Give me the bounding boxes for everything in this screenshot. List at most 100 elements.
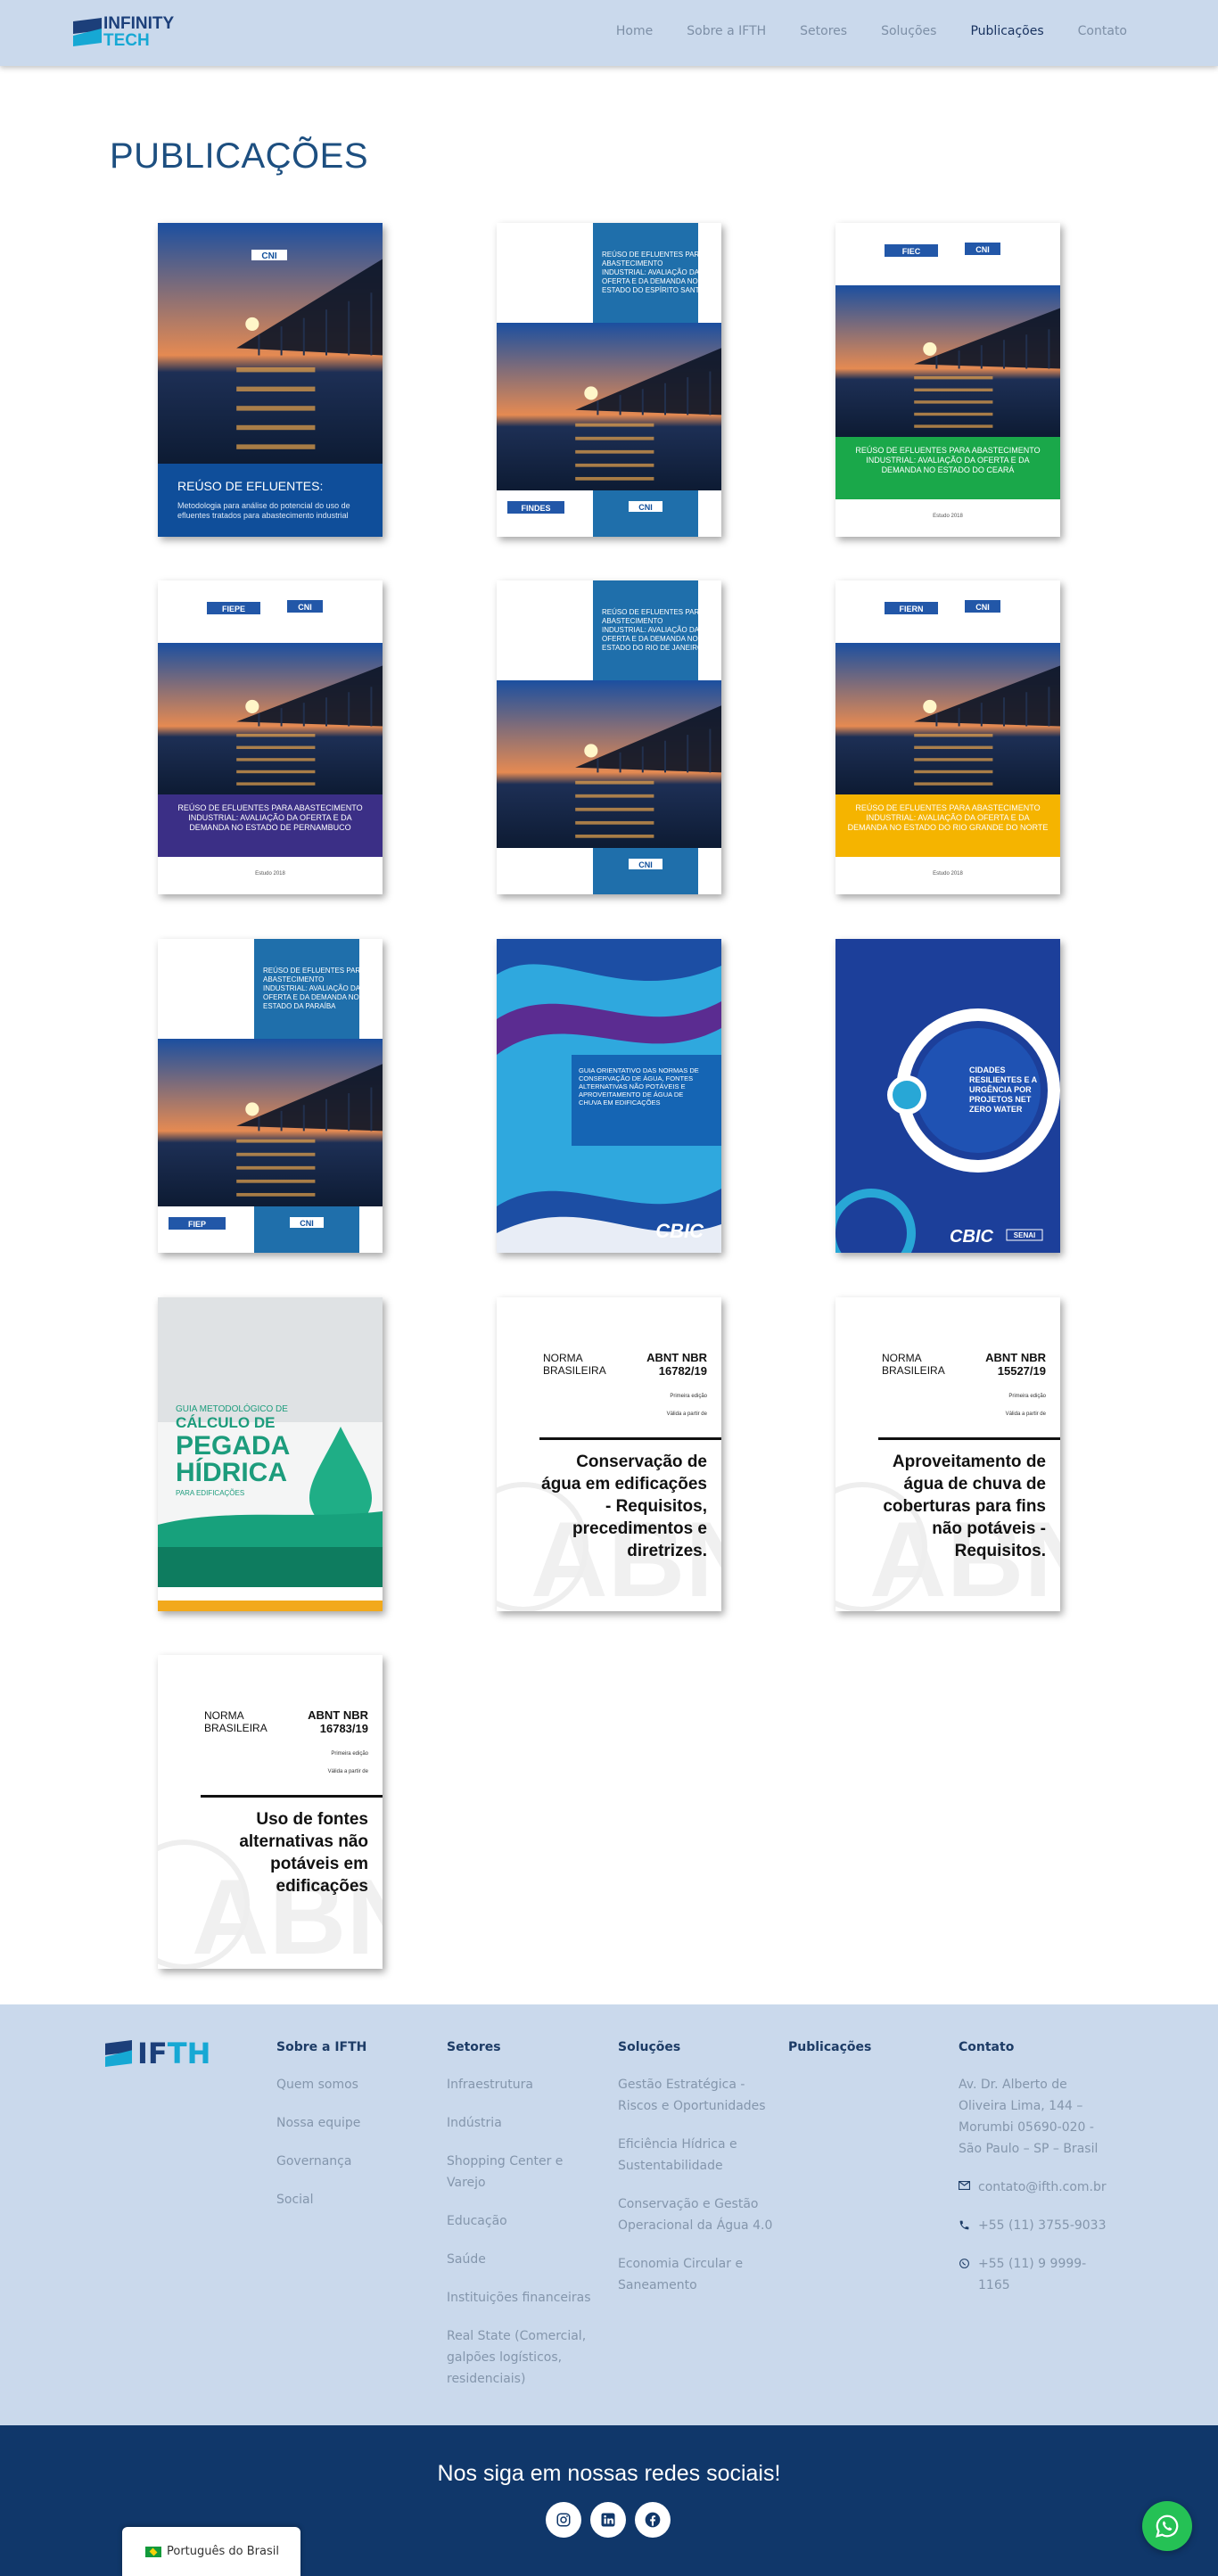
- svg-text:Estudo 2018: Estudo 2018: [933, 871, 963, 876]
- svg-text:Válida a partir de: Válida a partir de: [328, 1769, 369, 1774]
- footer-whatsapp[interactable]: +55 (11) 9 9999-1165: [959, 2253, 1110, 2296]
- nav-contato[interactable]: Contato: [1078, 24, 1127, 38]
- footer-link[interactable]: Eficiência Hídrica e Sustentabilidade: [618, 2134, 778, 2177]
- footer-col-setores: Setores Infraestrutura Indústria Shoppin…: [447, 2040, 598, 2407]
- footer-link[interactable]: Shopping Center e Varejo: [447, 2151, 598, 2193]
- footer-link[interactable]: Conservação e Gestão Operacional da Água…: [618, 2193, 778, 2236]
- main-nav: Home Sobre a IFTH Setores Soluções Publi…: [616, 24, 1127, 38]
- publication-cover[interactable]: REÚSO DE EFLUENTES PARA ABASTECIMENTO INDU…: [497, 580, 721, 894]
- footer-link[interactable]: Saúde: [447, 2249, 598, 2270]
- infinity-tech-logo[interactable]: INFINITY TECH: [73, 14, 198, 50]
- publication-cover[interactable]: CNI REÚSO DE EFLUENTES: Metodologia para a…: [158, 223, 383, 537]
- site-header: INFINITY TECH Home Sobre a IFTH Setores …: [0, 0, 1218, 66]
- footer-link[interactable]: Infraestrutura: [447, 2074, 598, 2095]
- site-footer: IFTH Sobre a IFTH Quem somos Nossa equip…: [0, 2004, 1218, 2425]
- footer-col-title: Sobre a IFTH: [276, 2040, 367, 2054]
- publication-cover[interactable]: NORMA BRASILEIRA ABNT NBR 15527/19 Primeira …: [835, 1297, 1060, 1611]
- footer-link[interactable]: Governança: [276, 2151, 428, 2172]
- footer-logo-if: IF: [137, 2037, 168, 2070]
- phone-icon: [959, 2220, 969, 2230]
- svg-text:FIEP: FIEP: [188, 1220, 206, 1229]
- footer-link[interactable]: Educação: [447, 2210, 598, 2232]
- svg-text:CÁLCULO DE: CÁLCULO DE: [176, 1414, 275, 1431]
- facebook-icon[interactable]: [635, 2502, 671, 2538]
- svg-text:SENAI: SENAI: [1014, 1231, 1035, 1239]
- whatsapp-float-button[interactable]: [1142, 2501, 1192, 2551]
- publication-cover[interactable]: FIERN CNI REÚSO DE EFLUENTES PARA ABASTEC…: [835, 580, 1060, 894]
- footer-logo[interactable]: IFTH: [105, 2037, 210, 2071]
- language-label: Português do Brasil: [167, 2545, 279, 2558]
- footer-link[interactable]: Nossa equipe: [276, 2112, 428, 2134]
- footer-link[interactable]: Social: [276, 2189, 428, 2210]
- publication-cover[interactable]: CIDADES RESILIENTES E A URGÊNCIA POR PROJET…: [835, 939, 1060, 1253]
- svg-text:Primeira edição: Primeira edição: [331, 1751, 368, 1757]
- instagram-icon[interactable]: [546, 2502, 581, 2538]
- publication-cover[interactable]: GUIA ORIENTATIVO DAS NORMAS DE CONSERVAÇÃ…: [497, 939, 721, 1253]
- footer-phone-text: +55 (11) 3755-9033: [978, 2218, 1107, 2233]
- publication-cover[interactable]: NORMA BRASILEIRA ABNT NBR 16783/19 Primeira …: [158, 1655, 383, 1969]
- social-title: Nos siga em nossas redes sociais!: [437, 2461, 781, 2486]
- social-icons: [546, 2502, 671, 2538]
- svg-text:Válida a partir de: Válida a partir de: [1006, 1411, 1047, 1417]
- svg-text:CBIC: CBIC: [655, 1220, 704, 1242]
- svg-text:FINDES: FINDES: [521, 504, 550, 513]
- nav-setores[interactable]: Setores: [800, 24, 847, 38]
- publication-cover[interactable]: FIEC CNI REÚSO DE EFLUENTES PARA ABASTECI…: [835, 223, 1060, 537]
- brazil-flag-icon: [145, 2547, 161, 2557]
- footer-link[interactable]: Quem somos: [276, 2074, 428, 2095]
- svg-text:PARA EDIFICAÇÕES: PARA EDIFICAÇÕES: [176, 1489, 244, 1497]
- svg-text:CNI: CNI: [975, 603, 990, 612]
- svg-text:FIEC: FIEC: [902, 247, 921, 256]
- footer-link[interactable]: Gestão Estratégica - Riscos e Oportunida…: [618, 2074, 778, 2117]
- footer-col-contato: Contato Av. Dr. Alberto de Oliveira Lima…: [959, 2040, 1110, 2313]
- logo-text-tech: TECH: [103, 31, 150, 50]
- footer-col-title: Contato: [959, 2040, 1015, 2054]
- svg-text:REÚSO DE EFLUENTES PARA ABASTE: REÚSO DE EFLUENTES PARA ABASTECIMENTO IND…: [855, 446, 1040, 474]
- footer-address: Av. Dr. Alberto de Oliveira Lima, 144 – …: [959, 2078, 1099, 2156]
- svg-text:CNI: CNI: [298, 603, 312, 612]
- svg-text:CNI: CNI: [638, 503, 653, 512]
- footer-phone[interactable]: +55 (11) 3755-9033: [959, 2215, 1110, 2236]
- svg-text:Primeira edição: Primeira edição: [1008, 1394, 1046, 1399]
- publication-cover[interactable]: GUIA METODOLÓGICO DE CÁLCULO DE PEGADA HÍDR…: [158, 1297, 383, 1611]
- svg-text:REÚSO DE EFLUENTES PARAABASTEC: REÚSO DE EFLUENTES PARA ABASTECIMENTO INDU…: [602, 608, 704, 652]
- footer-link[interactable]: Instituições financeiras: [447, 2287, 598, 2309]
- svg-text:Primeira edição: Primeira edição: [670, 1394, 707, 1399]
- whatsapp-icon: [959, 2259, 969, 2268]
- nav-solucoes[interactable]: Soluções: [881, 24, 936, 38]
- svg-text:REÚSO DE EFLUENTES:: REÚSO DE EFLUENTES:: [177, 479, 323, 493]
- svg-text:CNI: CNI: [975, 245, 990, 254]
- svg-text:REÚSO DE EFLUENTES PARAABASTEC: REÚSO DE EFLUENTES PARA ABASTECIMENTO INDU…: [602, 251, 705, 294]
- footer-col-title[interactable]: Publicações: [788, 2040, 922, 2054]
- page-title: PUBLICAÇÕES: [110, 136, 369, 176]
- whatsapp-icon: [1156, 2514, 1179, 2538]
- footer-col-publicacoes: Publicações: [788, 2040, 922, 2074]
- svg-text:REÚSO DE EFLUENTES PARA ABASTE: REÚSO DE EFLUENTES PARA ABASTECIMENTO IND…: [177, 803, 362, 832]
- logo-mark-icon: [73, 18, 102, 46]
- logo-text-infinity: INFINITY: [103, 14, 175, 33]
- nav-sobre[interactable]: Sobre a IFTH: [687, 24, 766, 38]
- svg-text:FIEPE: FIEPE: [222, 605, 245, 613]
- svg-text:CBIC: CBIC: [950, 1227, 993, 1247]
- footer-link[interactable]: Real State (Comercial, galpões logístico…: [447, 2325, 598, 2390]
- footer-email-text: contato@ifth.com.br: [978, 2180, 1107, 2194]
- svg-text:FIERN: FIERN: [900, 605, 924, 613]
- envelope-icon: [959, 2181, 970, 2190]
- footer-email[interactable]: contato@ifth.com.br: [959, 2177, 1110, 2198]
- footer-col-solucoes: Soluções Gestão Estratégica - Riscos e O…: [618, 2040, 778, 2313]
- publication-cover[interactable]: REÚSO DE EFLUENTES PARA ABASTECIMENTO INDU…: [158, 939, 383, 1253]
- publication-cover[interactable]: NORMA BRASILEIRA ABNT NBR 16782/19 Primeira …: [497, 1297, 721, 1611]
- language-switcher[interactable]: Português do Brasil: [122, 2527, 300, 2576]
- svg-text:Estudo 2018: Estudo 2018: [933, 514, 963, 519]
- footer-link[interactable]: Economia Circular e Saneamento: [618, 2253, 778, 2296]
- publication-cover[interactable]: REÚSO DE EFLUENTES PARA ABASTECIMENTO INDU…: [497, 223, 721, 537]
- linkedin-icon[interactable]: [590, 2502, 626, 2538]
- nav-publicacoes[interactable]: Publicações: [970, 24, 1043, 38]
- nav-home[interactable]: Home: [616, 24, 653, 38]
- publication-cover[interactable]: FIEPE CNI REÚSO DE EFLUENTES PARA ABASTEC…: [158, 580, 383, 894]
- svg-text:REÚSO DE EFLUENTES PARA ABASTE: REÚSO DE EFLUENTES PARA ABASTECIMENTO IND…: [848, 803, 1049, 832]
- footer-link[interactable]: Indústria: [447, 2112, 598, 2134]
- svg-text:Metodologia para análise do po: Metodologia para análise do potencial do…: [177, 501, 350, 520]
- footer-logo-th: TH: [167, 2037, 211, 2070]
- svg-text:Estudo 2018: Estudo 2018: [255, 871, 285, 876]
